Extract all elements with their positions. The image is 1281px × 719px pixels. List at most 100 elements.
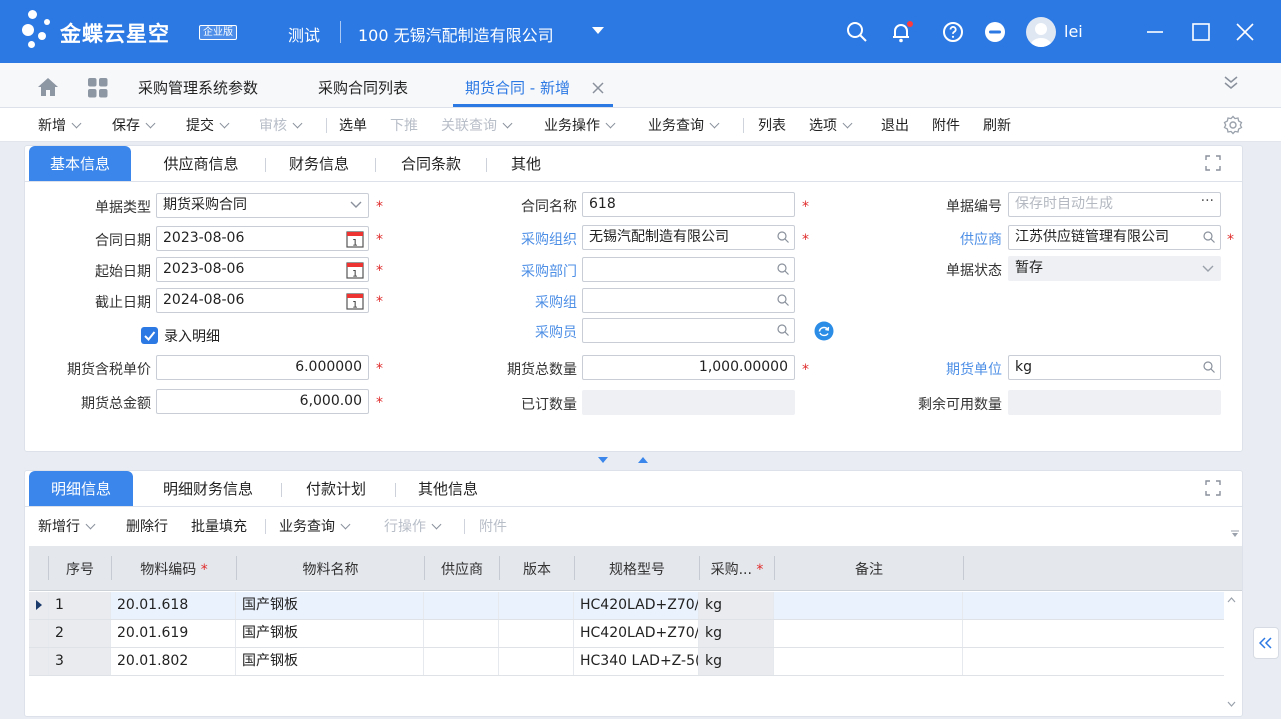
ellipsis-icon[interactable]: ··· <box>1201 193 1214 213</box>
batch-fill-button[interactable]: 批量填充 <box>191 516 247 536</box>
chevron-down-icon[interactable] <box>219 118 230 129</box>
start-date-field[interactable]: 2023-08-06 1 <box>156 257 369 282</box>
tab-basic-info[interactable]: 基本信息 <box>29 146 131 181</box>
search-icon[interactable] <box>1203 231 1215 243</box>
col-seq[interactable]: 序号 <box>49 559 111 579</box>
purchase-group-field[interactable] <box>582 288 795 313</box>
total-qty-field[interactable]: 1,000.00000 <box>582 355 795 380</box>
tab-purchase-params[interactable]: 采购管理系统参数 <box>138 77 258 98</box>
total-amount-field[interactable]: 6,000.00 <box>156 389 369 414</box>
help-icon[interactable] <box>941 20 965 44</box>
avatar[interactable] <box>1026 17 1056 47</box>
row-operation-button[interactable]: 行操作 <box>384 516 442 536</box>
maximize-icon[interactable] <box>1189 20 1213 44</box>
exit-button[interactable]: 退出 <box>881 115 909 135</box>
tab-finance-info[interactable]: 财务信息 <box>277 146 361 181</box>
cell-version[interactable] <box>499 620 574 647</box>
contract-date-field[interactable]: 2023-08-06 1 <box>156 226 369 251</box>
cell-material-name[interactable]: 国产钢板 <box>236 592 424 619</box>
cell-note[interactable] <box>774 592 963 619</box>
new-button[interactable]: 新增 <box>38 115 82 135</box>
submit-button[interactable]: 提交 <box>186 115 230 135</box>
chevron-down-icon[interactable] <box>71 118 82 129</box>
list-button[interactable]: 列表 <box>758 115 786 135</box>
purchase-org-label[interactable]: 采购组织 <box>470 229 577 249</box>
double-chevron-left-icon[interactable] <box>1259 637 1273 649</box>
purchaser-label[interactable]: 采购员 <box>470 322 577 342</box>
cell-purchase-unit[interactable]: kg <box>699 648 774 675</box>
calendar-icon[interactable]: 1 <box>346 292 364 310</box>
futures-unit-field[interactable]: kg <box>1008 355 1221 380</box>
tab-contract-list[interactable]: 采购合同列表 <box>318 77 408 98</box>
org-selector[interactable]: 100 无锡汽配制造有限公司 <box>358 22 554 46</box>
cell-spec[interactable]: HC340 LAD+Z-5( <box>574 648 699 675</box>
business-query-button[interactable]: 业务查询 <box>648 115 720 135</box>
calendar-icon[interactable]: 1 <box>346 261 364 279</box>
tab-detail-info[interactable]: 明细信息 <box>29 471 133 506</box>
business-operation-button[interactable]: 业务操作 <box>544 115 616 135</box>
detail-entry-label[interactable]: 录入明细 <box>164 326 220 346</box>
collapse-up-icon[interactable] <box>637 456 649 464</box>
chevron-down-icon[interactable] <box>350 201 362 209</box>
detail-attachment-button[interactable]: 附件 <box>479 516 507 536</box>
tab-futures-contract-new[interactable]: 期货合同 - 新增 <box>465 77 570 98</box>
apps-grid-icon[interactable] <box>88 78 108 98</box>
tab-contract-terms[interactable]: 合同条款 <box>389 146 473 181</box>
org-dropdown-icon[interactable] <box>592 27 604 34</box>
env-label[interactable]: 测试 <box>288 22 320 46</box>
cell-material-name[interactable]: 国产钢板 <box>236 620 424 647</box>
refresh-link-icon[interactable] <box>814 321 834 341</box>
tab-supplier-info[interactable]: 供应商信息 <box>153 146 249 181</box>
contract-name-field[interactable]: 618 <box>582 192 795 217</box>
purchase-dept-label[interactable]: 采购部门 <box>470 261 577 281</box>
cell-material-code[interactable]: 20.01.802 <box>111 648 236 675</box>
chevron-down-icon[interactable] <box>709 118 720 129</box>
search-icon[interactable] <box>777 231 789 243</box>
bell-icon[interactable] <box>889 20 913 44</box>
bill-type-select[interactable]: 期货采购合同 <box>156 193 369 218</box>
cell-material-code[interactable]: 20.01.619 <box>111 620 236 647</box>
search-icon[interactable] <box>845 20 869 44</box>
cell-supplier[interactable] <box>424 648 499 675</box>
col-material-name[interactable]: 物料名称 <box>237 559 424 579</box>
tab-close-icon[interactable] <box>592 82 604 94</box>
save-button[interactable]: 保存 <box>112 115 156 135</box>
cell-note[interactable] <box>774 648 963 675</box>
chevron-down-icon[interactable] <box>842 118 853 129</box>
table-row[interactable]: 1 20.01.618 国产钢板 HC420LAD+Z70/ kg <box>29 592 1224 620</box>
refresh-button[interactable]: 刷新 <box>983 115 1011 135</box>
settings-gear-icon[interactable] <box>1223 115 1243 135</box>
tab-detail-finance[interactable]: 明细财务信息 <box>153 471 263 506</box>
chevron-down-icon[interactable] <box>431 519 442 530</box>
side-panel-toggle[interactable] <box>1253 627 1279 659</box>
tab-payment-plan[interactable]: 付款计划 <box>293 471 379 506</box>
cell-spec[interactable]: HC420LAD+Z70/ <box>574 592 699 619</box>
cell-version[interactable] <box>499 648 574 675</box>
close-icon[interactable] <box>1233 20 1257 44</box>
scroll-up-icon[interactable] <box>1227 597 1236 603</box>
add-row-button[interactable]: 新增行 <box>38 516 96 536</box>
col-material-code[interactable]: 物料编码 * <box>112 559 236 579</box>
cell-material-name[interactable]: 国产钢板 <box>236 648 424 675</box>
audit-button[interactable]: 审核 <box>259 115 303 135</box>
grid-menu-icon[interactable] <box>1230 528 1240 538</box>
detail-entry-checkbox[interactable] <box>141 327 158 344</box>
unit-price-field[interactable]: 6.000000 <box>156 355 369 380</box>
detail-business-query-button[interactable]: 业务查询 <box>279 516 351 536</box>
col-purchase-unit[interactable]: 采购... * <box>700 559 774 579</box>
chevron-down-icon[interactable] <box>605 118 616 129</box>
chevron-down-icon[interactable] <box>145 118 156 129</box>
chevron-down-icon[interactable] <box>292 118 303 129</box>
tabs-overflow-icon[interactable] <box>1223 75 1239 91</box>
expand-icon[interactable] <box>1205 155 1221 171</box>
col-spec[interactable]: 规格型号 <box>575 559 699 579</box>
tab-other-info[interactable]: 其他信息 <box>405 471 491 506</box>
search-icon[interactable] <box>777 263 789 275</box>
purchase-group-label[interactable]: 采购组 <box>470 292 577 312</box>
cell-purchase-unit[interactable]: kg <box>699 620 774 647</box>
cell-spec[interactable]: HC420LAD+Z70/ <box>574 620 699 647</box>
collapse-down-icon[interactable] <box>597 456 609 464</box>
expand-icon[interactable] <box>1205 480 1221 496</box>
purchase-dept-field[interactable] <box>582 257 795 282</box>
table-row[interactable]: 3 20.01.802 国产钢板 HC340 LAD+Z-5( kg <box>29 648 1224 676</box>
